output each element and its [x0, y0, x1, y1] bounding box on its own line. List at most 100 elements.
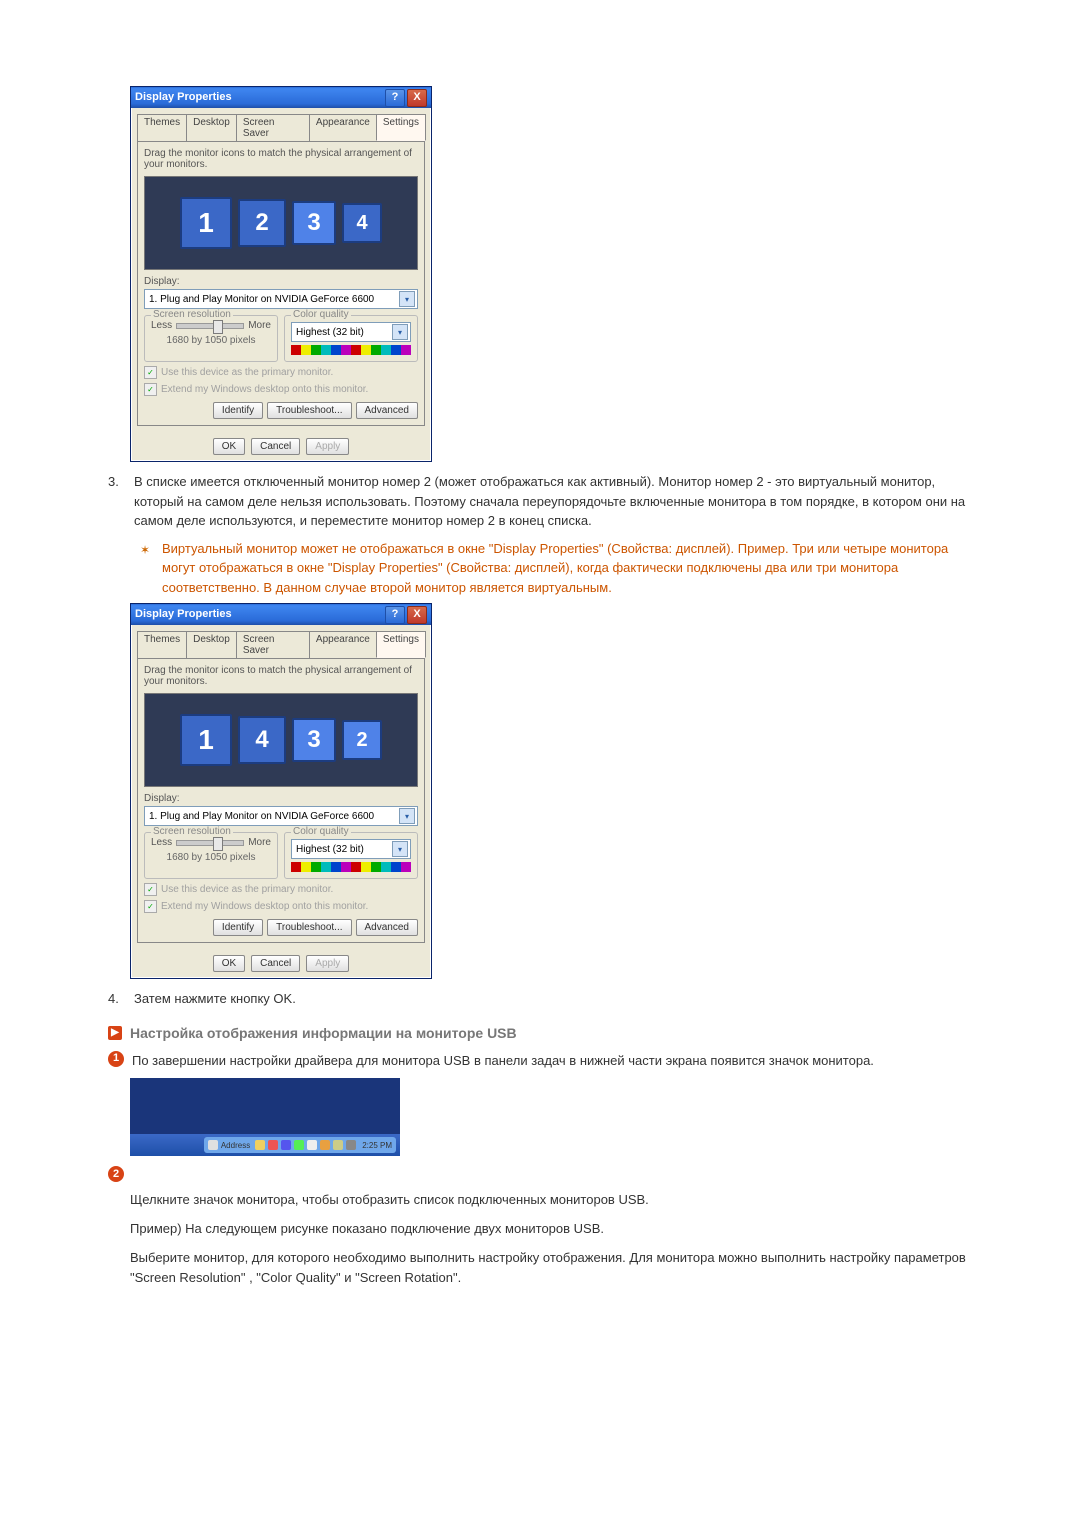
- tray-clock: 2:25 PM: [362, 1141, 392, 1150]
- advanced-button[interactable]: Advanced: [356, 919, 418, 936]
- identify-button[interactable]: Identify: [213, 919, 263, 936]
- slider-thumb[interactable]: [213, 837, 223, 851]
- identify-button[interactable]: Identify: [213, 402, 263, 419]
- resolution-value: 1680 by 1050 pixels: [151, 335, 271, 346]
- resolution-slider[interactable]: [176, 840, 244, 846]
- ok-button[interactable]: OK: [213, 955, 245, 972]
- monitor-arrangement[interactable]: 1 4 3 2: [144, 693, 418, 787]
- tray-icon[interactable]: [255, 1140, 265, 1150]
- tray-icon[interactable]: [281, 1140, 291, 1150]
- system-tray[interactable]: Address 2:25 PM: [204, 1137, 396, 1153]
- color-quality-dropdown[interactable]: Highest (32 bit) ▾: [291, 322, 411, 342]
- display-dropdown[interactable]: 1. Plug and Play Monitor on NVIDIA GeFor…: [144, 806, 418, 826]
- title-text: Display Properties: [135, 87, 232, 108]
- cancel-button[interactable]: Cancel: [251, 955, 300, 972]
- display-label: Display:: [144, 793, 418, 804]
- tab-strip: Themes Desktop Screen Saver Appearance S…: [131, 108, 431, 141]
- display-properties-dialog-2: Display Properties ? X Themes Desktop Sc…: [130, 603, 432, 979]
- color-strip: [291, 345, 411, 355]
- display-value: 1. Plug and Play Monitor on NVIDIA GeFor…: [149, 294, 374, 305]
- color-quality-dropdown[interactable]: Highest (32 bit) ▾: [291, 839, 411, 859]
- extend-desktop-checkbox: ✓ Extend my Windows desktop onto this mo…: [144, 900, 418, 913]
- tray-address-label: Address: [221, 1141, 250, 1150]
- checkbox-label: Extend my Windows desktop onto this moni…: [161, 384, 368, 395]
- slider-less: Less: [151, 320, 172, 331]
- primary-monitor-checkbox: ✓ Use this device as the primary monitor…: [144, 883, 418, 896]
- monitor-icon[interactable]: 4: [342, 203, 382, 243]
- monitor-icon[interactable]: 3: [292, 718, 336, 762]
- taskbar: Address 2:25 PM: [130, 1134, 400, 1156]
- resolution-slider[interactable]: [176, 323, 244, 329]
- tray-icon[interactable]: [333, 1140, 343, 1150]
- tab-screensaver[interactable]: Screen Saver: [236, 114, 310, 141]
- monitor-icon[interactable]: 1: [180, 714, 232, 766]
- color-quality-label: Color quality: [291, 309, 351, 320]
- tray-icon[interactable]: [294, 1140, 304, 1150]
- slider-more: More: [248, 837, 271, 848]
- resolution-label: Screen resolution: [151, 826, 233, 837]
- monitor-icon[interactable]: 2: [238, 199, 286, 247]
- tab-themes[interactable]: Themes: [137, 114, 187, 141]
- chevron-down-icon: ▾: [399, 808, 415, 824]
- tray-icon[interactable]: [307, 1140, 317, 1150]
- help-button[interactable]: ?: [385, 89, 405, 107]
- drag-hint: Drag the monitor icons to match the phys…: [144, 665, 418, 687]
- display-dropdown[interactable]: 1. Plug and Play Monitor on NVIDIA GeFor…: [144, 289, 418, 309]
- tab-settings[interactable]: Settings: [376, 631, 426, 658]
- ok-button[interactable]: OK: [213, 438, 245, 455]
- cancel-button[interactable]: Cancel: [251, 438, 300, 455]
- apply-button[interactable]: Apply: [306, 955, 349, 972]
- monitor-tray-icon[interactable]: [346, 1140, 356, 1150]
- tab-appearance[interactable]: Appearance: [309, 631, 377, 658]
- tab-screensaver[interactable]: Screen Saver: [236, 631, 310, 658]
- monitor-icon[interactable]: 2: [342, 720, 382, 760]
- apply-button[interactable]: Apply: [306, 438, 349, 455]
- checkbox-label: Extend my Windows desktop onto this moni…: [161, 901, 368, 912]
- tray-icon[interactable]: [320, 1140, 330, 1150]
- resolution-label: Screen resolution: [151, 309, 233, 320]
- step-text: Затем нажмите кнопку OK.: [134, 989, 296, 1009]
- tab-settings[interactable]: Settings: [376, 114, 426, 141]
- tab-desktop[interactable]: Desktop: [186, 114, 237, 141]
- checkbox-icon: ✓: [144, 383, 157, 396]
- tray-icon[interactable]: [268, 1140, 278, 1150]
- monitor-arrangement[interactable]: 1 2 3 4: [144, 176, 418, 270]
- color-quality-group: Color quality Highest (32 bit) ▾: [284, 315, 418, 362]
- extend-desktop-checkbox: ✓ Extend my Windows desktop onto this mo…: [144, 383, 418, 396]
- step-text: В списке имеется отключенный монитор ном…: [134, 472, 980, 531]
- tab-body: Drag the monitor icons to match the phys…: [137, 658, 425, 943]
- color-strip: [291, 862, 411, 872]
- chevron-down-icon: ▾: [392, 841, 408, 857]
- close-button[interactable]: X: [407, 606, 427, 624]
- slider-thumb[interactable]: [213, 320, 223, 334]
- close-button[interactable]: X: [407, 89, 427, 107]
- monitor-icon[interactable]: 4: [238, 716, 286, 764]
- troubleshoot-button[interactable]: Troubleshoot...: [267, 919, 351, 936]
- tab-appearance[interactable]: Appearance: [309, 114, 377, 141]
- color-quality-group: Color quality Highest (32 bit) ▾: [284, 832, 418, 879]
- tray-icon[interactable]: [208, 1140, 218, 1150]
- titlebar[interactable]: Display Properties ? X: [131, 604, 431, 625]
- tab-desktop[interactable]: Desktop: [186, 631, 237, 658]
- monitor-icon[interactable]: 1: [180, 197, 232, 249]
- tab-themes[interactable]: Themes: [137, 631, 187, 658]
- slider-less: Less: [151, 837, 172, 848]
- resolution-value: 1680 by 1050 pixels: [151, 852, 271, 863]
- color-quality-value: Highest (32 bit): [296, 327, 364, 338]
- screen-resolution-group: Screen resolution Less More 1680 by 1050…: [144, 315, 278, 362]
- body-text: Выберите монитор, для которого необходим…: [130, 1248, 980, 1290]
- desktop-area: [130, 1078, 400, 1134]
- arrow-icon: ▶: [108, 1026, 122, 1040]
- advanced-button[interactable]: Advanced: [356, 402, 418, 419]
- slider-more: More: [248, 320, 271, 331]
- title-text: Display Properties: [135, 604, 232, 625]
- display-properties-dialog-1: Display Properties ? X Themes Desktop Sc…: [130, 86, 432, 462]
- troubleshoot-button[interactable]: Troubleshoot...: [267, 402, 351, 419]
- color-quality-label: Color quality: [291, 826, 351, 837]
- checkbox-icon: ✓: [144, 883, 157, 896]
- monitor-icon[interactable]: 3: [292, 201, 336, 245]
- display-label: Display:: [144, 276, 418, 287]
- help-button[interactable]: ?: [385, 606, 405, 624]
- titlebar[interactable]: Display Properties ? X: [131, 87, 431, 108]
- bullet-icon: ✶: [140, 539, 154, 598]
